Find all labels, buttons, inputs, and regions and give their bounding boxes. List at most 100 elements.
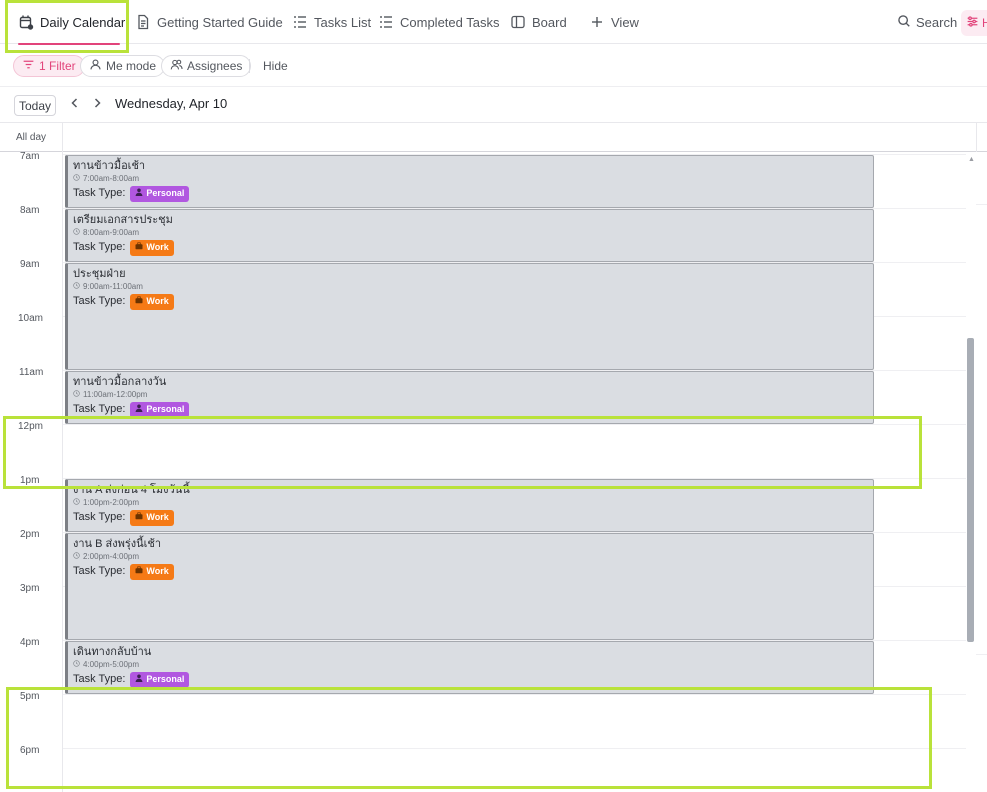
event-title: งาน A ส่งก่อน 4 โมงวันนี้ <box>73 484 190 496</box>
users-icon <box>170 58 183 74</box>
event-time: 9:00am-11:00am <box>73 281 873 292</box>
briefcase-icon <box>135 239 143 256</box>
user-icon <box>89 58 102 74</box>
list-icon <box>378 14 394 30</box>
me-mode-label: Me mode <box>106 59 157 73</box>
filter-icon <box>22 58 35 74</box>
event-time: 11:00am-12:00pm <box>73 389 873 400</box>
hour-label: 8am <box>20 205 40 216</box>
chevron-left-icon <box>69 96 81 114</box>
task-type-label: Task Type: <box>73 511 126 523</box>
calendar-event[interactable]: ประชุมฝ่าย 9:00am-11:00am Task Type: Wor… <box>65 263 874 370</box>
more-label: H <box>982 16 987 30</box>
badge-label: Personal <box>146 404 185 414</box>
filter-button[interactable]: 1 Filter <box>13 55 85 77</box>
event-title: งาน B ส่งพรุ่งนี้เช้า <box>73 538 162 550</box>
tab-daily-calendar[interactable]: Daily Calendar <box>18 0 125 45</box>
event-task-type: Task Type: Work <box>73 509 873 526</box>
clock-icon <box>73 659 80 670</box>
calendar-event[interactable]: เตรียมเอกสารประชุม 8:00am-9:00am Task Ty… <box>65 209 874 262</box>
hour-label: 6pm <box>20 745 40 756</box>
calendar-icon <box>18 14 34 30</box>
document-icon <box>135 14 151 30</box>
calendar-event[interactable]: ทานข้าวมื้อเช้า 7:00am-8:00am Task Type:… <box>65 155 874 208</box>
badge-label: Personal <box>146 674 185 684</box>
tab-tasks-list[interactable]: Tasks List <box>292 0 371 44</box>
tab-board[interactable]: Board <box>510 0 567 44</box>
task-type-label: Task Type: <box>73 295 126 307</box>
event-task-type: Task Type: Personal <box>73 401 873 418</box>
hour-label: 7am <box>20 152 40 162</box>
clock-icon <box>73 281 80 292</box>
search-label: Search <box>916 14 958 30</box>
task-type-badge: Personal <box>130 185 190 202</box>
hour-gridline <box>63 694 966 695</box>
filter-bar: 1 Filter Me mode Assignees Hide <box>0 44 987 87</box>
today-button[interactable]: Today <box>14 95 56 116</box>
list-icon <box>292 14 308 30</box>
event-time: 2:00pm-4:00pm <box>73 551 873 562</box>
hour-gridline <box>976 204 987 205</box>
hour-label: 12pm <box>18 421 44 432</box>
next-day-button[interactable] <box>89 96 105 114</box>
badge-label: Work <box>146 296 169 306</box>
task-type-label: Task Type: <box>73 187 126 199</box>
hour-label: 5pm <box>20 691 40 702</box>
clock-icon <box>73 389 80 400</box>
hour-label: 1pm <box>20 475 40 486</box>
hide-customize-button[interactable]: H <box>961 10 987 36</box>
calendar-event[interactable]: ทานข้าวมื้อกลางวัน 11:00am-12:00pm Task … <box>65 371 874 424</box>
hour-gridline <box>976 654 987 655</box>
add-view-label: View <box>611 14 639 30</box>
event-title: ทานข้าวมื้อกลางวัน <box>73 376 167 388</box>
badge-label: Work <box>146 242 169 252</box>
add-view-button[interactable]: View <box>589 0 639 44</box>
search-button[interactable]: Search <box>897 0 957 44</box>
event-task-type: Task Type: Personal <box>73 671 873 688</box>
me-mode-button[interactable]: Me mode <box>80 55 166 77</box>
hour-gridline <box>63 748 966 749</box>
filter-label: 1 Filter <box>39 59 76 73</box>
badge-label: Personal <box>146 188 185 198</box>
briefcase-icon <box>135 509 143 526</box>
task-type-badge: Personal <box>130 401 190 418</box>
task-type-badge: Work <box>130 509 174 526</box>
hour-label: 2pm <box>20 529 40 540</box>
badge-label: Work <box>146 566 169 576</box>
tab-label: Tasks List <box>314 14 372 30</box>
assignees-button[interactable]: Assignees <box>161 55 252 77</box>
event-time: 4:00pm-5:00pm <box>73 659 873 670</box>
view-bar: Daily Calendar Getting Started Guide Tas… <box>0 0 987 45</box>
scrollbar-thumb[interactable] <box>967 338 974 642</box>
event-title: เดินทางกลับบ้าน <box>73 646 152 658</box>
time-grid[interactable]: 7am 8am 9am 10am 11am 12pm 1pm 2pm 3pm 4… <box>0 152 987 792</box>
plus-icon <box>589 14 605 30</box>
divider <box>62 123 63 152</box>
event-time-text: 7:00am-8:00am <box>83 174 140 183</box>
event-title: ทานข้าวมื้อเช้า <box>73 160 146 172</box>
hour-label: 4pm <box>20 637 40 648</box>
board-icon <box>510 14 526 30</box>
tab-completed-tasks[interactable]: Completed Tasks <box>378 0 499 44</box>
event-time-text: 1:00pm-2:00pm <box>83 498 140 507</box>
current-date-title: Wednesday, Apr 10 <box>115 96 228 111</box>
person-icon <box>135 401 143 418</box>
all-day-row[interactable]: All day <box>0 123 987 152</box>
clock-icon <box>73 497 80 508</box>
task-type-badge: Personal <box>130 671 190 688</box>
divider <box>249 59 250 73</box>
event-task-type: Task Type: Work <box>73 563 873 580</box>
hide-button[interactable]: Hide <box>263 55 288 77</box>
event-task-type: Task Type: Personal <box>73 185 873 202</box>
hour-gridline <box>63 424 966 425</box>
scroll-up-arrow-icon[interactable]: ▲ <box>968 156 975 163</box>
calendar-event[interactable]: งาน A ส่งก่อน 4 โมงวันนี้ 1:00pm-2:00pm … <box>65 479 874 532</box>
calendar-event[interactable]: เดินทางกลับบ้าน 4:00pm-5:00pm Task Type:… <box>65 641 874 694</box>
divider <box>976 123 977 152</box>
previous-day-button[interactable] <box>67 96 83 114</box>
event-task-type: Task Type: Work <box>73 293 873 310</box>
event-time-text: 9:00am-11:00am <box>83 282 143 291</box>
person-icon <box>135 185 143 202</box>
calendar-event[interactable]: งาน B ส่งพรุ่งนี้เช้า 2:00pm-4:00pm Task… <box>65 533 874 640</box>
tab-getting-started-guide[interactable]: Getting Started Guide <box>135 0 283 44</box>
